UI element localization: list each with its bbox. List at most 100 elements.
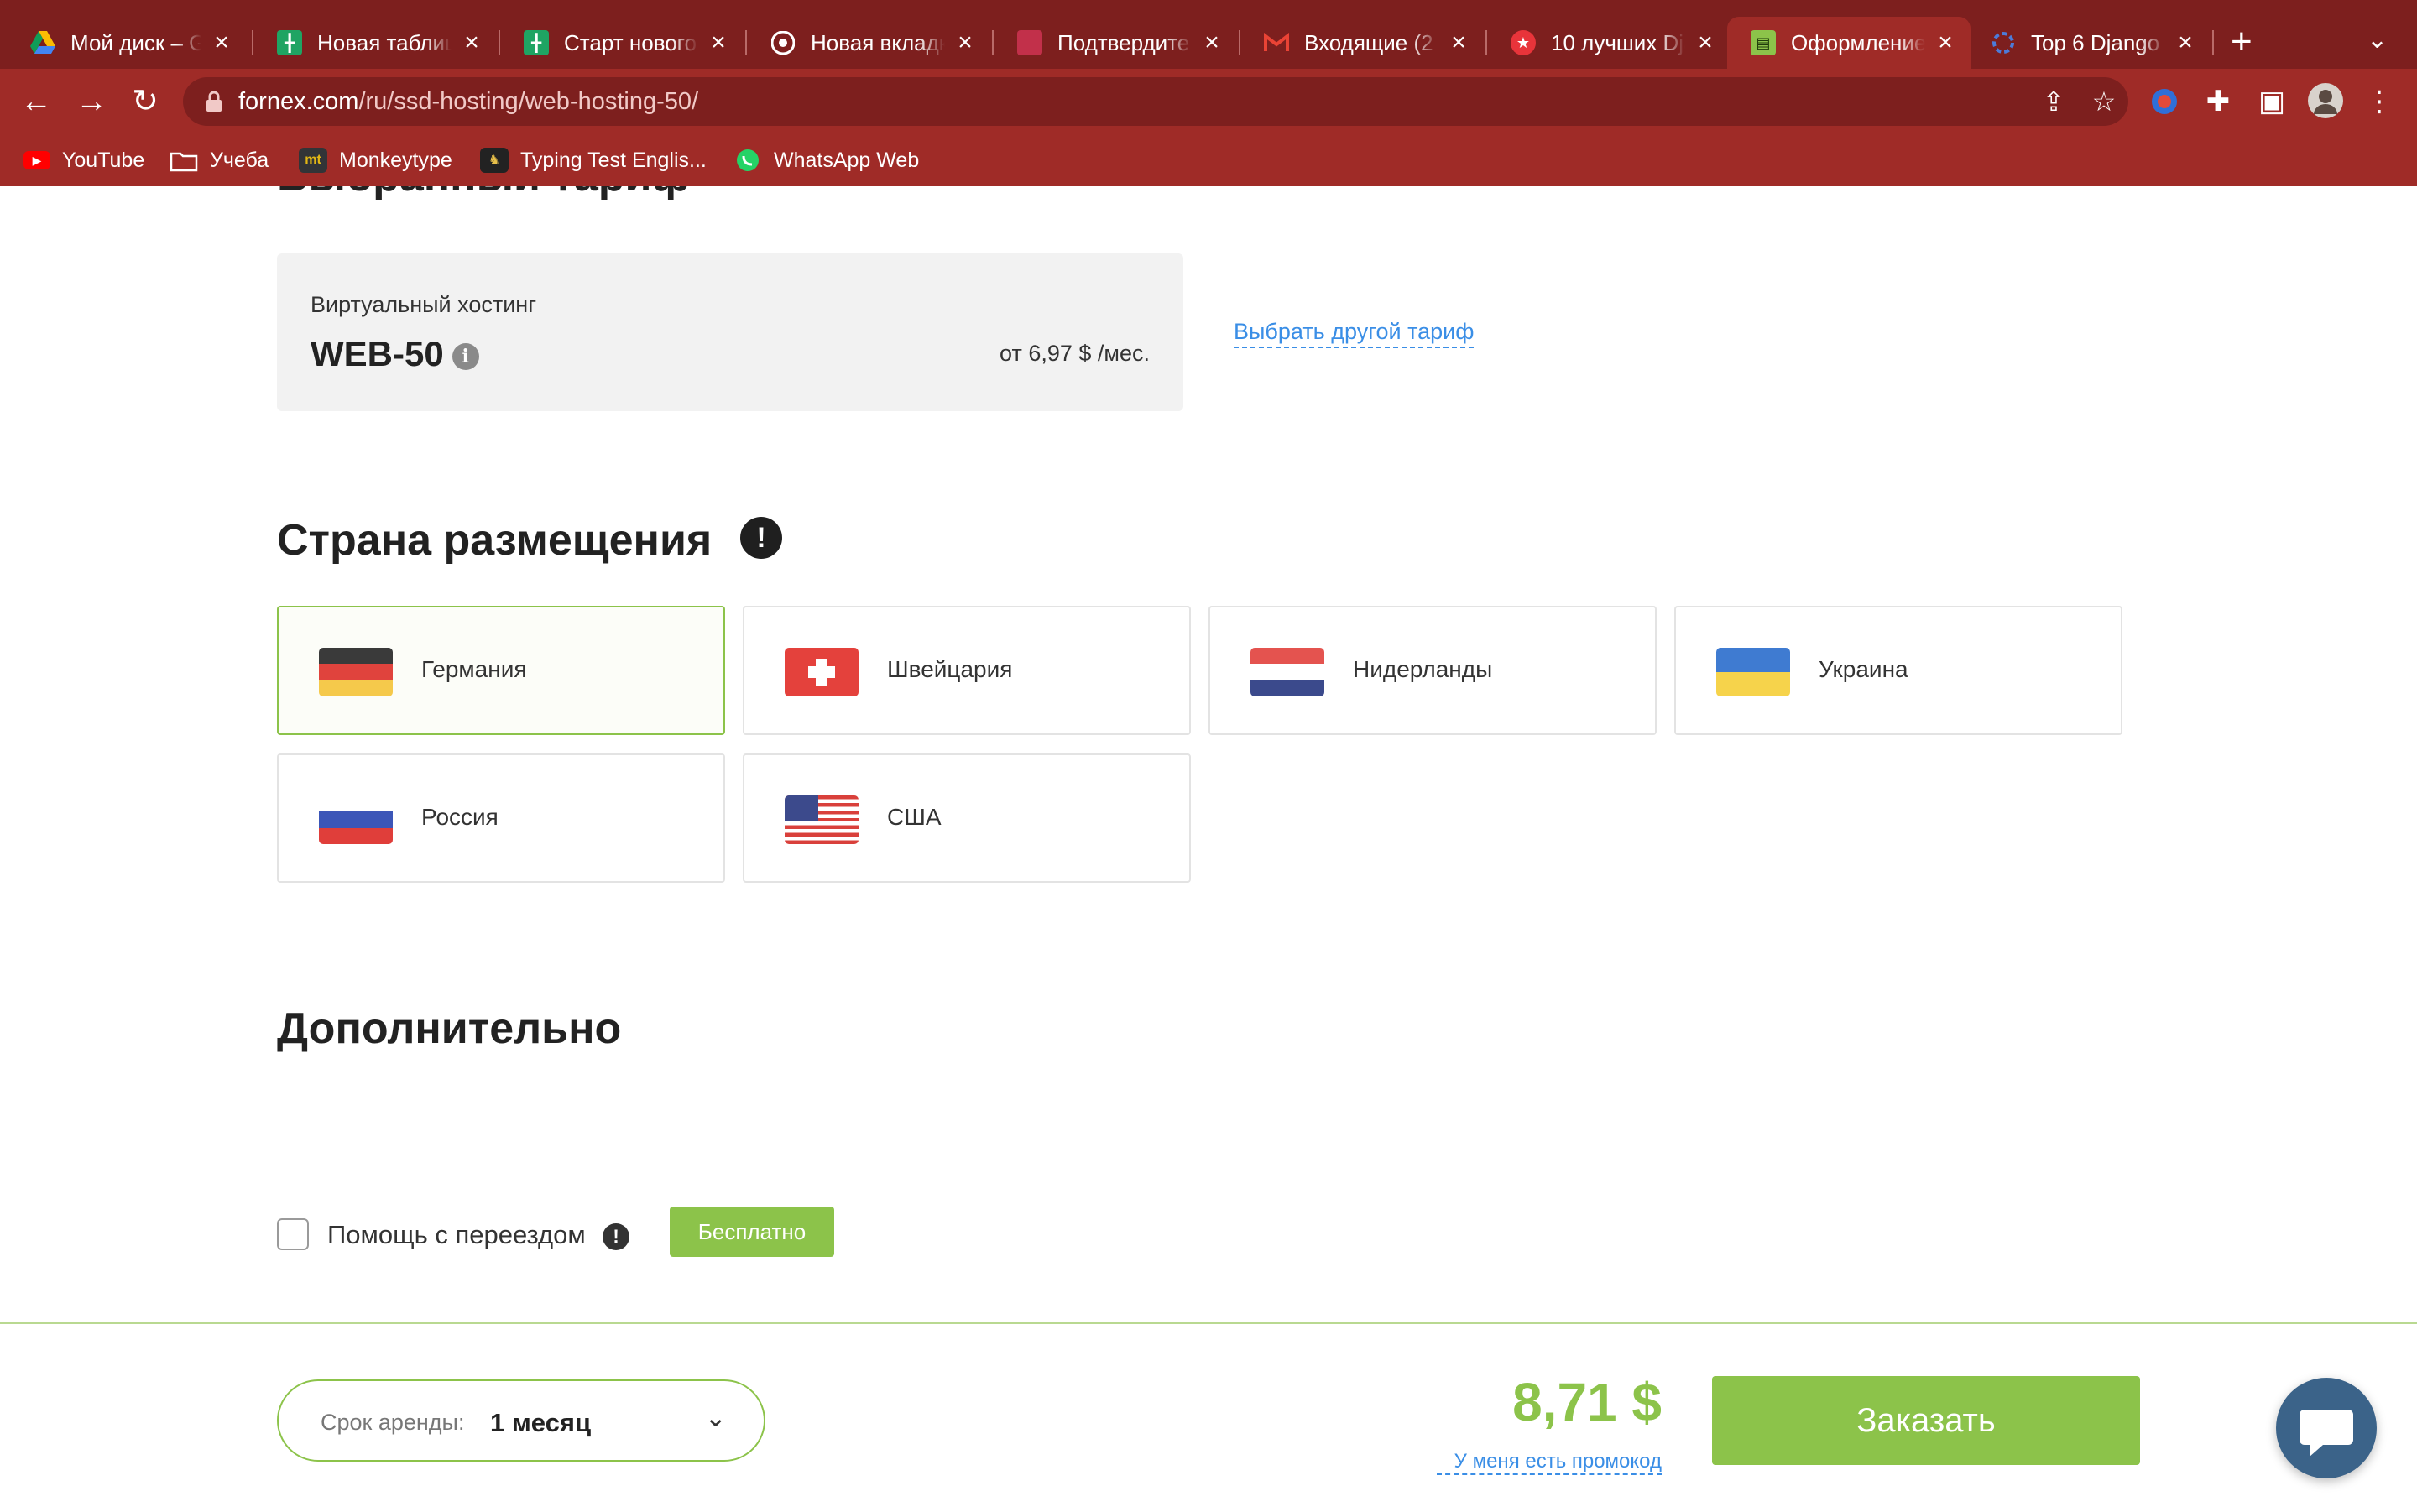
gmail-icon: [1264, 30, 1289, 55]
close-icon[interactable]: ×: [707, 29, 730, 57]
country-name: США: [887, 804, 942, 830]
extensions-puzzle-icon[interactable]: ✚: [2199, 82, 2237, 121]
tab-new-tab[interactable]: Новая вкладка ×: [747, 17, 990, 69]
tab-title: Новая вкладка: [811, 29, 945, 55]
tab-title: 10 лучших Dja: [1551, 29, 1685, 55]
country-name: Россия: [421, 804, 499, 830]
browser-tab-strip: Мой диск – G × ╋ Новая таблица × ╋ Старт…: [0, 0, 2417, 69]
tab-title: Новая таблица: [317, 29, 452, 55]
share-icon[interactable]: ⇪: [2038, 86, 2070, 117]
bookmark-label: YouTube: [62, 148, 145, 172]
exclamation-icon[interactable]: !: [603, 1223, 629, 1250]
close-icon[interactable]: ×: [2174, 29, 2197, 57]
bookmark-folder-study[interactable]: Учеба: [170, 144, 269, 176]
tariff-price: от 6,97 $ /мес.: [1000, 341, 1150, 366]
tab-title: Оформление: [1791, 29, 1925, 55]
usa-flag-icon: [785, 795, 859, 844]
country-name: Швейцария: [887, 656, 1013, 682]
whatsapp-icon: [733, 148, 762, 173]
close-icon[interactable]: ×: [1694, 29, 1717, 57]
new-tab-plus-icon[interactable]: +: [2231, 22, 2253, 62]
close-icon[interactable]: ×: [460, 29, 483, 57]
tab-django-list[interactable]: ★ 10 лучших Dja ×: [1487, 17, 1731, 69]
tab-new-sheet[interactable]: ╋ Новая таблица ×: [253, 17, 497, 69]
bookmark-label: WhatsApp Web: [774, 148, 920, 172]
tab-title: Top 6 Django: [2031, 29, 2160, 55]
chevron-down-icon: ⌄: [704, 1402, 727, 1432]
bookmark-youtube[interactable]: ▶ YouTube: [23, 144, 144, 176]
tariff-type: Виртуальный хостинг: [311, 292, 537, 317]
bookmarks-bar: ▶ YouTube Учеба mt Monkeytype ♞ Typing T…: [0, 134, 2417, 186]
close-icon[interactable]: ×: [1934, 29, 1957, 57]
info-icon[interactable]: i: [452, 342, 479, 370]
tab-title: Подтвердите: [1057, 29, 1190, 55]
tab-top-django[interactable]: Top 6 Django ×: [1967, 17, 2211, 69]
bookmark-whatsapp[interactable]: WhatsApp Web: [733, 144, 919, 176]
total-price: 8,71 $: [1512, 1372, 1662, 1432]
tab-separator: [2212, 30, 2214, 55]
country-name: Германия: [421, 656, 527, 682]
free-badge: Бесплатно: [670, 1207, 834, 1257]
chat-button[interactable]: [2276, 1378, 2377, 1478]
tab-start-new[interactable]: ╋ Старт нового ×: [500, 17, 744, 69]
tab-google-drive[interactable]: Мой диск – G ×: [7, 17, 247, 69]
tab-checkout[interactable]: ▤ Оформление ×: [1727, 17, 1971, 69]
fornex-icon: ▤: [1751, 30, 1776, 55]
selected-tariff-card: Виртуальный хостинг WEB-50 i от 6,97 $ /м…: [277, 253, 1183, 411]
chrome-icon: [770, 30, 796, 55]
google-sheets-icon: ╋: [277, 30, 302, 55]
tariff-name: WEB-50 i: [311, 334, 479, 374]
migration-help-label[interactable]: Помощь с переездом: [327, 1220, 586, 1250]
avatar[interactable]: [2306, 82, 2345, 121]
tab-search-chevron-icon[interactable]: ⌄: [2367, 25, 2388, 55]
exclamation-icon[interactable]: !: [740, 517, 782, 559]
country-heading: Страна размещения: [277, 516, 713, 565]
russia-flag-icon: [319, 795, 393, 844]
country-option-switzerland[interactable]: Швейцария: [743, 606, 1191, 735]
tariff-name-text: WEB-50: [311, 334, 444, 373]
youtube-icon: ▶: [23, 151, 50, 169]
bookmark-typing-test[interactable]: ♞ Typing Test Englis...: [480, 144, 707, 176]
country-option-ukraine[interactable]: Украина: [1674, 606, 2122, 735]
country-option-usa[interactable]: США: [743, 753, 1191, 883]
back-arrow-icon[interactable]: ←: [15, 81, 57, 123]
tab-title: Входящие (2: [1304, 29, 1433, 55]
bookmark-label: Monkeytype: [339, 148, 452, 172]
side-panel-icon[interactable]: ▣: [2253, 82, 2291, 121]
country-option-germany[interactable]: Германия: [277, 606, 725, 735]
extension-orb-icon[interactable]: [2145, 82, 2184, 121]
promo-code-link[interactable]: У меня есть промокод: [1437, 1450, 1662, 1475]
country-option-netherlands[interactable]: Нидерланды: [1208, 606, 1657, 735]
migration-help-checkbox[interactable]: [277, 1218, 309, 1250]
close-icon[interactable]: ×: [1200, 29, 1224, 57]
selected-tariff-heading: Выбранный тариф: [277, 186, 690, 201]
close-icon[interactable]: ×: [953, 29, 977, 57]
bookmark-star-icon[interactable]: ☆: [2088, 86, 2120, 117]
monkeytype-icon: mt: [299, 148, 327, 173]
change-tariff-link[interactable]: Выбрать другой тариф: [1234, 319, 1475, 348]
bookmark-label: Учеба: [210, 148, 269, 172]
chat-bubble-icon: [2276, 1410, 2377, 1482]
forward-arrow-icon[interactable]: →: [70, 81, 112, 123]
url-path: /ru/ssd-hosting/web-hosting-50/: [358, 88, 699, 115]
order-button[interactable]: Заказать: [1712, 1376, 2140, 1465]
close-icon[interactable]: ×: [1447, 29, 1470, 57]
rental-term-select[interactable]: Срок аренды: 1 месяц ⌄: [277, 1379, 765, 1462]
tab-gmail[interactable]: Входящие (2 ×: [1240, 17, 1484, 69]
google-sheets-icon: ╋: [524, 30, 549, 55]
url-text[interactable]: fornex.com/ru/ssd-hosting/web-hosting-50…: [238, 88, 698, 116]
star-icon: ★: [1511, 30, 1536, 55]
close-icon[interactable]: ×: [210, 29, 233, 57]
more-menu-icon[interactable]: ⋮: [2360, 82, 2399, 121]
address-bar[interactable]: fornex.com/ru/ssd-hosting/web-hosting-50…: [183, 77, 2128, 126]
reload-icon[interactable]: ↻: [124, 81, 166, 123]
bookmark-monkeytype[interactable]: mt Monkeytype: [299, 144, 452, 176]
loading-icon: [1991, 30, 2016, 55]
country-option-russia[interactable]: Россия: [277, 753, 725, 883]
tab-confirm[interactable]: Подтвердите ×: [994, 17, 1237, 69]
checkout-page: Выбранный тариф Виртуальный хостинг WEB-…: [0, 186, 2417, 1510]
url-host: fornex.com: [238, 88, 359, 115]
country-name: Нидерланды: [1353, 656, 1493, 682]
ukraine-flag-icon: [1716, 648, 1790, 696]
term-value: 1 месяц: [490, 1408, 592, 1437]
